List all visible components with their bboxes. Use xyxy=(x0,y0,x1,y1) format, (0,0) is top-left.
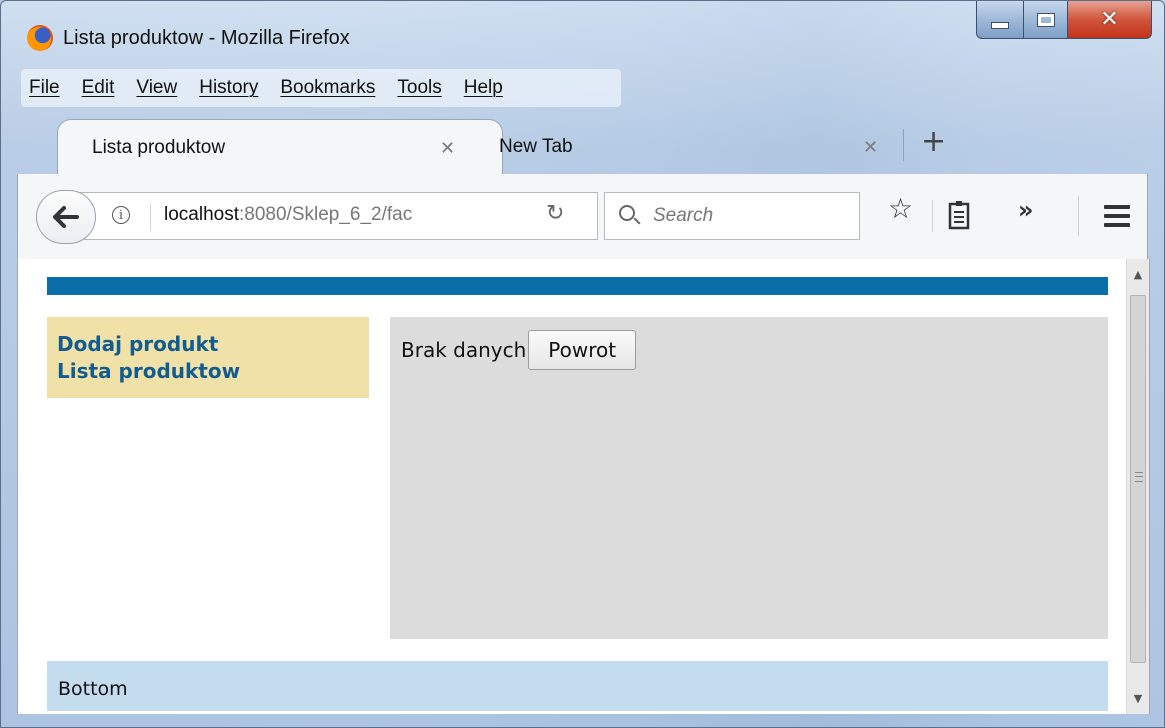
sidebar-link-lista-produktow[interactable]: Lista produktow xyxy=(57,358,359,385)
overflow-chevron-icon[interactable]: » xyxy=(1018,196,1034,224)
footer-text: Bottom xyxy=(58,678,128,700)
reload-icon[interactable]: ↻ xyxy=(546,201,564,226)
back-button[interactable] xyxy=(36,190,96,244)
scroll-thumb[interactable] xyxy=(1130,295,1146,663)
page-footer: Bottom xyxy=(47,661,1108,711)
close-window-button[interactable]: ✕ xyxy=(1068,1,1152,39)
maximize-icon xyxy=(1036,12,1055,27)
url-host: localhost xyxy=(164,204,239,225)
sidebar: Dodaj produkt Lista produktow xyxy=(47,317,369,398)
window-title: Lista produktow - Mozilla Firefox xyxy=(63,27,350,49)
toolbar-separator xyxy=(1078,196,1079,236)
window-controls: ✕ xyxy=(976,1,1152,39)
url-text[interactable]: localhost:8080/Sklep_6_2/fac xyxy=(164,204,412,226)
search-placeholder: Search xyxy=(653,205,714,226)
menu-edit[interactable]: Edit xyxy=(82,77,115,99)
tab-close-icon[interactable]: ✕ xyxy=(440,138,455,159)
tab-strip: Lista produktow ✕ New Tab ✕ + xyxy=(17,113,1148,175)
sidebar-link-dodaj-produkt[interactable]: Dodaj produkt xyxy=(57,331,359,358)
tab-label: New Tab xyxy=(499,136,573,157)
browser-window: Lista produktow - Mozilla Firefox ✕ File… xyxy=(0,0,1165,728)
menu-history[interactable]: History xyxy=(199,77,258,99)
page-viewport: Dodaj produkt Lista produktow Brak danyc… xyxy=(17,259,1126,714)
bookmark-star-icon[interactable]: ☆ xyxy=(888,192,913,225)
hamburger-menu-icon[interactable] xyxy=(1104,205,1130,227)
vertical-scrollbar[interactable]: ▲ ▼ xyxy=(1126,259,1150,714)
tab-close-icon[interactable]: ✕ xyxy=(863,137,878,158)
close-icon: ✕ xyxy=(1100,7,1119,32)
scroll-grip-icon xyxy=(1135,472,1143,482)
main-panel: Brak danych Powrot xyxy=(390,317,1108,639)
tab-label: Lista produktow xyxy=(92,137,226,158)
main-content-row: Brak danych Powrot xyxy=(401,330,637,370)
url-path: :8080/Sklep_6_2/fac xyxy=(239,204,413,225)
url-bar[interactable]: i localhost:8080/Sklep_6_2/fac ↻ xyxy=(78,192,598,240)
menu-file[interactable]: File xyxy=(29,77,60,99)
back-arrow-icon xyxy=(53,206,79,228)
navigation-toolbar: i localhost:8080/Sklep_6_2/fac ↻ Search … xyxy=(17,174,1148,260)
menu-bookmarks[interactable]: Bookmarks xyxy=(280,77,375,99)
menu-help[interactable]: Help xyxy=(464,77,503,99)
page-header-strip xyxy=(47,277,1108,295)
menu-bar: File Edit View History Bookmarks Tools H… xyxy=(21,69,621,107)
search-icon xyxy=(619,205,635,221)
new-tab-button[interactable]: + xyxy=(921,127,946,157)
firefox-icon xyxy=(27,25,53,51)
scroll-up-icon[interactable]: ▲ xyxy=(1127,263,1149,285)
powrot-button[interactable]: Powrot xyxy=(528,330,637,370)
tab-divider xyxy=(903,129,904,161)
scroll-down-icon[interactable]: ▼ xyxy=(1127,687,1149,709)
url-separator xyxy=(150,203,151,231)
search-bar[interactable]: Search xyxy=(604,192,860,240)
toolbar-separator xyxy=(932,200,933,232)
menu-view[interactable]: View xyxy=(136,77,177,99)
reader-view-icon[interactable] xyxy=(948,200,970,230)
minimize-button[interactable] xyxy=(976,1,1024,39)
no-data-text: Brak danych xyxy=(401,338,527,362)
minimize-icon xyxy=(991,22,1009,29)
info-icon[interactable]: i xyxy=(112,206,130,224)
title-bar: Lista produktow - Mozilla Firefox ✕ xyxy=(1,1,1164,63)
tab-new-tab[interactable]: New Tab ✕ xyxy=(487,123,905,171)
maximize-button[interactable] xyxy=(1024,1,1068,39)
menu-tools[interactable]: Tools xyxy=(397,77,441,99)
tab-lista-produktow[interactable]: Lista produktow ✕ xyxy=(57,119,503,175)
